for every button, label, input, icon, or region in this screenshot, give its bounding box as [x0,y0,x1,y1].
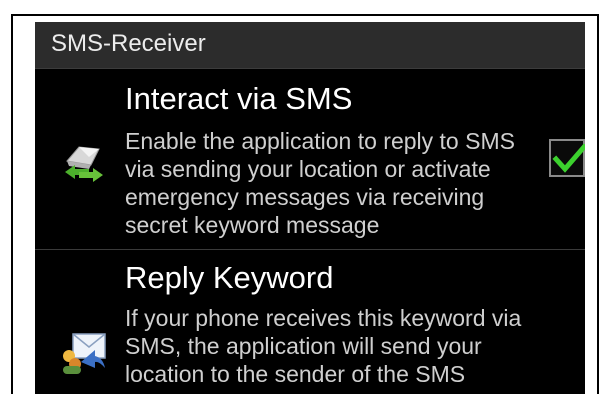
screenshot-frame: SMS-Receiver Interact via SMS Enable the… [11,14,599,394]
sms-exchange-icon [59,139,109,187]
page-title: SMS-Receiver [51,30,206,57]
check-icon [552,143,585,173]
pref-summary: If your phone receives this keyword via … [125,305,522,387]
header-bar: SMS-Receiver [35,22,585,69]
pref-title: Reply Keyword [125,260,334,295]
pref-item-reply-keyword[interactable]: Reply Keyword If your phone receives thi… [35,250,585,394]
pref-item-interact-via-sms[interactable]: Interact via SMS Enable the application … [35,69,585,249]
interact-checkbox[interactable] [549,139,585,177]
settings-screen: SMS-Receiver Interact via SMS Enable the… [35,22,585,394]
pref-summary: Enable the application to reply to SMS v… [125,128,515,238]
pref-title: Interact via SMS [125,81,353,116]
reply-mail-icon [59,328,109,376]
